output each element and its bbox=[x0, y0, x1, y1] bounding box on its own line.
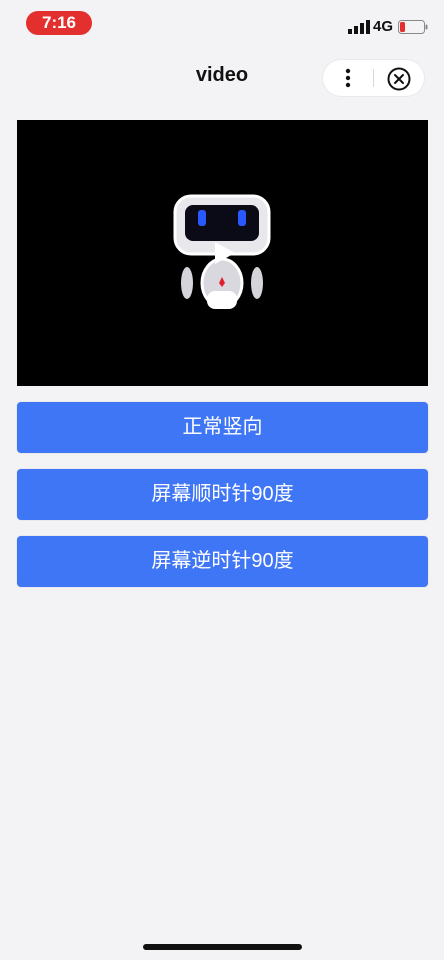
signal-icon bbox=[348, 20, 370, 34]
play-icon[interactable] bbox=[211, 240, 237, 266]
rotate-counterclockwise-90-button[interactable]: 屏幕逆时针90度 bbox=[17, 536, 428, 587]
network-label: 4G bbox=[373, 18, 394, 35]
mini-program-capsule bbox=[323, 60, 424, 96]
rotate-clockwise-90-button[interactable]: 屏幕顺时针90度 bbox=[17, 469, 428, 520]
normal-vertical-button[interactable]: 正常竖向 bbox=[17, 402, 428, 453]
capsule-divider bbox=[373, 69, 374, 87]
battery-icon bbox=[398, 20, 428, 34]
status-bar: 7:16 4G bbox=[0, 0, 444, 52]
video-player[interactable] bbox=[17, 120, 428, 386]
home-indicator bbox=[143, 944, 302, 950]
time-indicator: 7:16 bbox=[26, 11, 92, 35]
menu-icon[interactable] bbox=[336, 66, 360, 90]
close-icon[interactable] bbox=[386, 66, 412, 92]
